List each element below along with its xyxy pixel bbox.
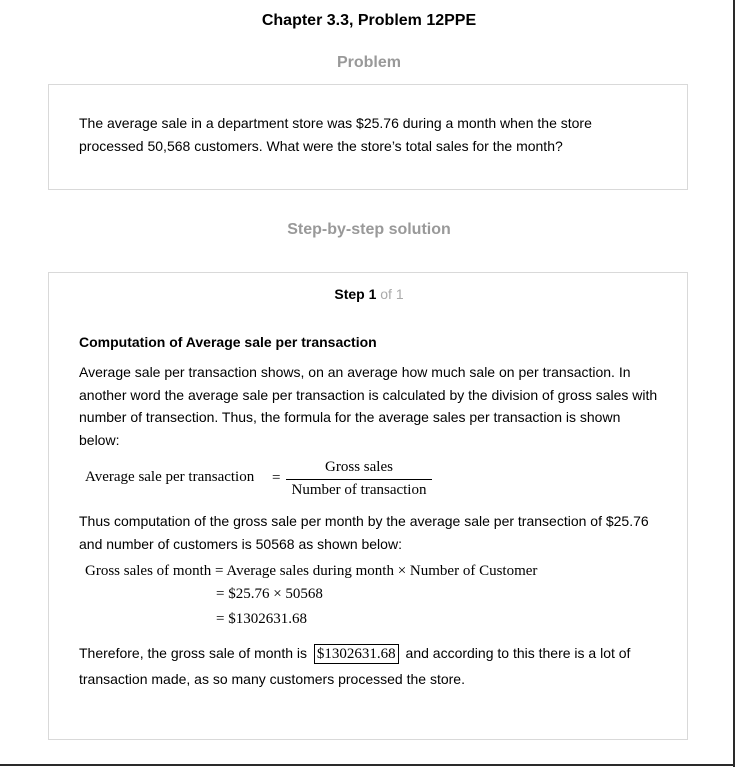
calc-line-2: = $25.76 × 50568 xyxy=(216,586,323,602)
formula-numerator: Gross sales xyxy=(325,459,393,475)
conclusion-before: Therefore, the gross sale of month is xyxy=(79,645,307,661)
answer-box: $1302631.68 xyxy=(313,644,399,664)
formula-lhs: Average sale per transaction xyxy=(85,469,255,485)
problem-heading: Problem xyxy=(336,54,401,71)
problem-text: The average sale in a department store w… xyxy=(79,115,592,154)
frame-border-bottom xyxy=(0,764,735,766)
step-label: Step 1 xyxy=(334,286,377,302)
calc-line-3: = $1302631.68 xyxy=(216,611,307,627)
solution-heading: Step-by-step solution xyxy=(287,221,451,238)
middle-paragraph: Thus computation of the gross sale per m… xyxy=(79,513,649,552)
step-sub-heading: Computation of Average sale per transact… xyxy=(79,334,377,350)
formula-denominator: Number of transaction xyxy=(291,482,427,498)
formula-equals: = xyxy=(272,470,281,486)
step-indicator: Step 1 of 1 xyxy=(0,286,738,302)
fraction-bar xyxy=(286,479,432,480)
calc-line-1: Gross sales of month = Average sales dur… xyxy=(85,563,538,579)
frame-border-right xyxy=(733,0,735,767)
chapter-title: Chapter 3.3, Problem 12PPE xyxy=(261,12,477,29)
intro-paragraph: Average sale per transaction shows, on a… xyxy=(79,364,658,448)
conclusion-paragraph: Therefore, the gross sale of month is $1… xyxy=(79,640,669,692)
step-count: of 1 xyxy=(376,286,404,302)
